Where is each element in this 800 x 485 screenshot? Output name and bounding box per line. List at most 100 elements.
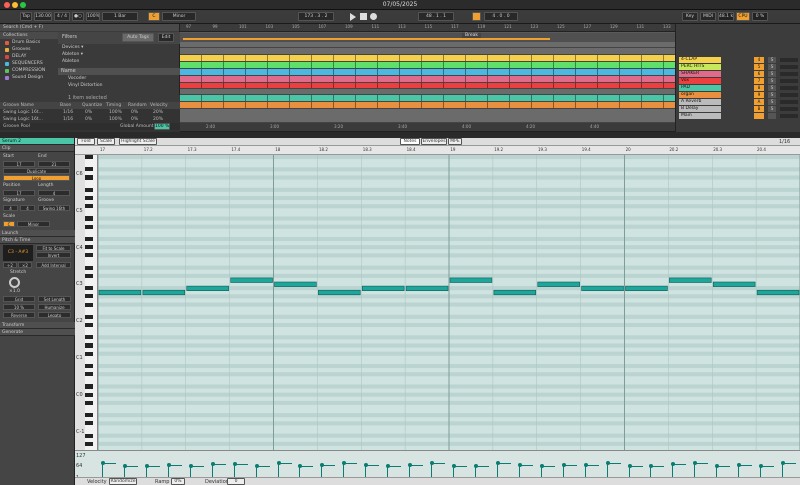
arrangement-clip[interactable] <box>378 95 400 101</box>
arrangement-clip[interactable] <box>246 102 268 108</box>
arrangement-clip[interactable] <box>488 69 510 75</box>
arrangement-clip[interactable] <box>356 76 378 82</box>
arrangement-clip[interactable] <box>444 62 466 68</box>
mixer-track[interactable]: Main <box>676 112 800 119</box>
stop-icon[interactable] <box>360 13 367 20</box>
volume-meter[interactable] <box>780 58 798 62</box>
arrangement-clip[interactable] <box>466 62 488 68</box>
arrangement-clip[interactable] <box>422 55 444 61</box>
arrangement-clip[interactable] <box>202 62 224 68</box>
arrangement-clip[interactable] <box>312 55 334 61</box>
arrangement-clip[interactable] <box>268 55 290 61</box>
collection-item[interactable]: Sound Design <box>0 74 58 81</box>
arrangement-clip[interactable] <box>312 83 334 88</box>
arrangement-clip[interactable] <box>532 102 554 108</box>
arrangement-clip[interactable] <box>598 55 620 61</box>
name-column-header[interactable]: Name <box>58 68 180 75</box>
filters-label[interactable]: Filters <box>62 34 77 40</box>
arrangement-clip[interactable] <box>400 62 422 68</box>
mixer-track[interactable]: A Reverb A S <box>676 98 800 105</box>
arrangement-clip[interactable] <box>422 62 444 68</box>
arrangement-clip[interactable] <box>246 76 268 82</box>
humanize-button[interactable]: Humanize <box>38 304 71 310</box>
arrangement-clip[interactable] <box>334 55 356 61</box>
arrangement-clip[interactable] <box>202 102 224 108</box>
arrangement-clip[interactable] <box>510 83 532 88</box>
arrangement-clip[interactable] <box>224 95 246 101</box>
black-key[interactable] <box>85 155 93 160</box>
browser-item[interactable]: Vinyl Distortion <box>58 82 180 89</box>
randomize-button[interactable]: Randomize <box>109 478 137 485</box>
arrangement-clip[interactable] <box>312 62 334 68</box>
ramp-field[interactable]: 0% <box>171 478 185 485</box>
track-activator[interactable] <box>754 113 764 119</box>
arrangement-clip[interactable] <box>620 55 642 61</box>
arrangement-clip[interactable] <box>334 95 356 101</box>
black-key[interactable] <box>85 322 93 328</box>
piano-keyboard[interactable] <box>85 155 98 450</box>
tab-envelopes[interactable]: Envelopes <box>421 138 447 145</box>
time-ruler[interactable]: 2:40 3:00 3:20 3:40 4:00 4:20 4:40 <box>180 123 675 132</box>
black-key[interactable] <box>85 286 93 291</box>
midi-map-button[interactable]: MIDI <box>700 12 716 21</box>
arrangement-ruler[interactable]: 97 99 101 103 105 107 109 111 113 115 117 119 121 123… <box>180 24 675 32</box>
groove-cell-velocity[interactable]: 20% <box>153 116 163 123</box>
arrangement-clip[interactable] <box>598 95 620 101</box>
arrangement-clip[interactable] <box>488 62 510 68</box>
collection-item[interactable]: DELAY <box>0 53 58 60</box>
arrangement-clip[interactable] <box>620 69 642 75</box>
volume-meter[interactable] <box>780 107 798 111</box>
black-key[interactable] <box>85 392 93 397</box>
arrangement-clip[interactable] <box>268 69 290 75</box>
double-button[interactable]: ×2 <box>18 262 32 268</box>
arrangement-clip[interactable] <box>290 95 312 101</box>
zoom-field[interactable]: 100% <box>86 12 100 21</box>
arrangement-clip[interactable] <box>554 69 576 75</box>
arrangement-clip[interactable] <box>334 76 356 82</box>
grid-size-label[interactable]: 1/16 <box>779 139 790 145</box>
key-map-button[interactable]: Key <box>682 12 698 21</box>
collection-item[interactable]: COMPRESSION <box>0 67 58 74</box>
auto-tags-button[interactable]: Auto Tags <box>122 33 154 42</box>
stretch-knob-icon[interactable] <box>9 277 20 288</box>
arrangement-clip[interactable] <box>334 69 356 75</box>
volume-meter[interactable] <box>780 72 798 76</box>
arrangement-clip[interactable] <box>576 95 598 101</box>
play-icon[interactable] <box>350 13 356 21</box>
arrangement-clip[interactable] <box>356 95 378 101</box>
arrangement-clip[interactable] <box>488 102 510 108</box>
loop-toggle-button[interactable] <box>472 12 481 21</box>
arrangement-clip[interactable] <box>576 76 598 82</box>
arrangement-track-lane[interactable] <box>180 55 675 62</box>
note-grid[interactable] <box>98 155 800 450</box>
length-field[interactable]: 4 <box>38 190 70 196</box>
arrangement-clip[interactable] <box>488 95 510 101</box>
arrangement-clip[interactable] <box>356 102 378 108</box>
black-key[interactable] <box>85 441 93 446</box>
groove-cell-random[interactable]: 0% <box>131 116 138 123</box>
loop-button[interactable]: Loop <box>3 175 70 181</box>
end-field[interactable]: 21 <box>38 161 70 167</box>
arrangement-clip[interactable] <box>642 95 664 101</box>
arrangement-clip[interactable] <box>202 55 224 61</box>
tempo-field[interactable]: 130.00 <box>34 12 52 21</box>
arrangement-clip[interactable] <box>268 62 290 68</box>
highlight-scale-button[interactable]: Highlight Scale <box>119 138 157 145</box>
deviation-field[interactable]: 0 <box>227 478 245 485</box>
key-root-select[interactable]: C <box>148 12 160 21</box>
arrangement-clip[interactable] <box>180 83 202 88</box>
arrangement-track-lane[interactable] <box>180 48 675 55</box>
black-key[interactable] <box>85 400 93 405</box>
invert-button[interactable]: Invert <box>36 252 71 258</box>
arrangement-clip[interactable] <box>422 102 444 108</box>
scale-name-select[interactable]: Minor <box>17 221 50 227</box>
arrangement-clip[interactable] <box>444 76 466 82</box>
arrangement-clip[interactable] <box>378 83 400 88</box>
arrangement-clip[interactable] <box>356 69 378 75</box>
arrangement-clip[interactable] <box>488 83 510 88</box>
record-icon[interactable] <box>370 13 377 20</box>
arrangement-clip[interactable] <box>400 55 422 61</box>
arrangement-clip[interactable] <box>444 83 466 88</box>
arrangement-clip[interactable] <box>532 95 554 101</box>
filter-category[interactable]: Ableton <box>58 58 180 65</box>
